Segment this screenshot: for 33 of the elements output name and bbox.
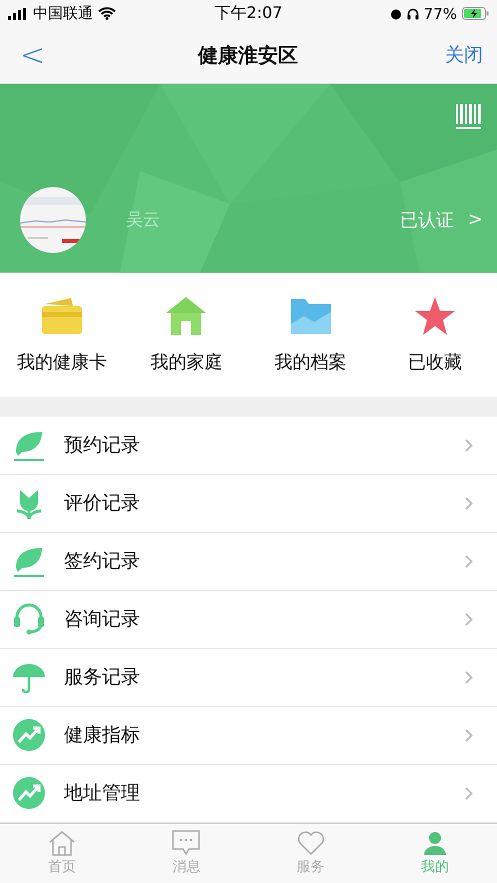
house-icon: [165, 296, 208, 336]
signal-icon: [8, 8, 28, 20]
message-icon: [172, 830, 200, 856]
menu-icon: [12, 776, 46, 810]
barcode-icon[interactable]: [456, 104, 483, 130]
back-button[interactable]: <: [14, 38, 52, 73]
chevron-icon: [465, 438, 473, 452]
chevron-icon: [465, 612, 473, 626]
shortcut-button[interactable]: 已收藏: [372, 272, 497, 397]
chevron-icon: [465, 496, 473, 510]
shortcut-button[interactable]: 我的档案: [248, 272, 373, 397]
chevron-icon: [465, 728, 473, 742]
chevron-icon: [465, 670, 473, 684]
star-icon: [414, 296, 456, 336]
clock-text: 下午2:07: [214, 3, 282, 24]
battery-text: 77%: [424, 4, 457, 23]
chevron-icon: [465, 554, 473, 568]
wifi-icon: [98, 7, 116, 20]
menu-icon: [12, 718, 46, 752]
shortcut-button[interactable]: 我的家庭: [124, 272, 248, 397]
alarm-icon: [390, 8, 402, 20]
close-button[interactable]: 关闭: [444, 42, 483, 68]
chevron-icon: [465, 786, 473, 800]
home-icon: [48, 830, 76, 856]
battery-icon: [462, 7, 489, 20]
carrier-text: 中国联通: [33, 4, 93, 24]
shortcut-button[interactable]: 我的健康卡: [0, 272, 124, 397]
user-name: 吴云: [126, 209, 161, 232]
card-icon: [41, 296, 84, 336]
page-title: 健康淮安区: [198, 42, 298, 69]
headphones-icon: [406, 8, 419, 20]
heart-icon: [296, 830, 325, 856]
menu-icon: [12, 602, 46, 636]
